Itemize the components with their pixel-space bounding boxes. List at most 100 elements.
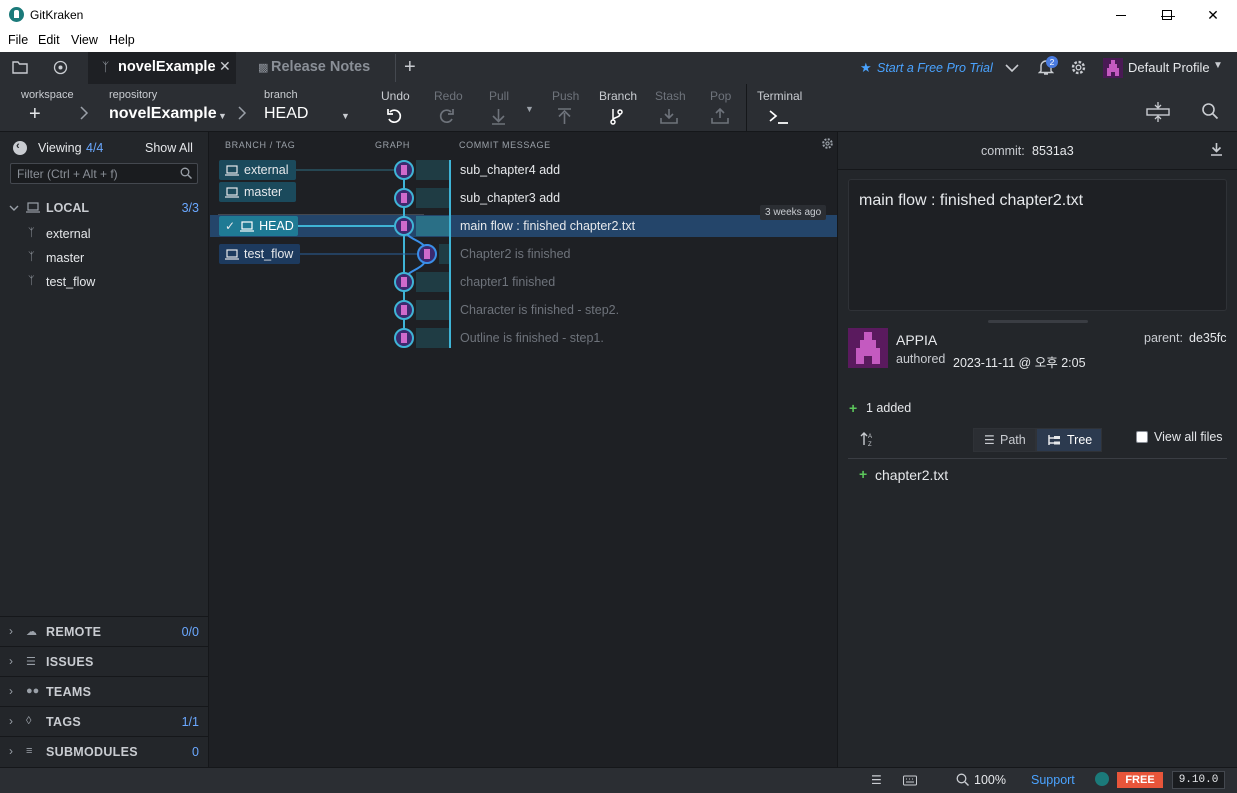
stash-icon[interactable] [660, 108, 678, 128]
activity-log-icon[interactable]: ☰ [871, 773, 882, 787]
issues-section[interactable]: › ☰ ISSUES [0, 646, 209, 676]
pull-icon[interactable] [491, 108, 506, 128]
profile-name[interactable]: Default Profile [1128, 60, 1210, 75]
commit-message-box[interactable]: main flow : finished chapter2.txt [848, 179, 1227, 311]
commit-message[interactable]: chapter1 finished [460, 275, 555, 289]
cloud-icon: ☁ [26, 626, 37, 638]
menu-file[interactable]: File [8, 33, 28, 47]
zoom-icon[interactable] [956, 773, 969, 789]
window-title: GitKraken [30, 8, 84, 22]
commit-message[interactable]: Chapter2 is finished [460, 247, 570, 261]
repo-management-icon[interactable] [53, 60, 68, 78]
section-count: 0 [192, 745, 199, 759]
pop-icon[interactable] [711, 107, 729, 128]
new-tab-plus-icon[interactable]: + [404, 56, 416, 79]
filter-input[interactable]: Filter (Ctrl + Alt + f) [10, 163, 198, 184]
local-section-header[interactable]: LOCAL 3/3 [0, 196, 209, 220]
author-avatar [848, 328, 888, 368]
layout-toggle-icon[interactable] [1146, 101, 1170, 126]
branch-tag-test-flow[interactable]: test_flow [219, 244, 300, 264]
commit-message[interactable]: sub_chapter3 add [460, 191, 560, 205]
commit-message[interactable]: sub_chapter4 add [460, 163, 560, 177]
maximize-button[interactable] [1143, 0, 1191, 30]
local-branch-item[interactable]: ᛉ master [0, 247, 209, 269]
chevron-down-icon[interactable] [1005, 61, 1019, 76]
commit-detail-panel: commit: 8531a3 main flow : finished chap… [837, 132, 1237, 767]
resize-handle[interactable] [988, 320, 1088, 323]
sort-icon[interactable]: AZ [860, 431, 876, 450]
local-branch-item[interactable]: ᛉ external [0, 223, 209, 245]
zoom-level[interactable]: 100% [974, 773, 1006, 787]
gear-icon[interactable] [1070, 59, 1087, 79]
commit-node-avatar[interactable] [394, 160, 414, 180]
branch-tag-external[interactable]: external [219, 160, 296, 180]
notification-badge: 2 [1046, 56, 1058, 68]
branch-tag-head[interactable]: ✓ HEAD [219, 216, 298, 236]
folder-icon[interactable] [12, 60, 28, 77]
redo-icon[interactable] [438, 108, 455, 128]
chevron-right-icon: › [9, 744, 13, 758]
section-label: REMOTE [46, 625, 102, 639]
teams-section[interactable]: › ●● TEAMS [0, 676, 209, 706]
close-tab-icon[interactable]: ✕ [219, 58, 231, 75]
tab-bar: ᛉ novelExample ✕ ▩ Release Notes + ★ Sta… [0, 52, 1237, 84]
view-all-files-checkbox[interactable] [1136, 431, 1148, 443]
profile-avatar[interactable] [1103, 58, 1123, 78]
download-icon[interactable] [1210, 142, 1223, 159]
tab-release-notes[interactable]: ▩ Release Notes [256, 52, 386, 84]
show-all-button[interactable]: Show All [145, 141, 193, 155]
profile-caret-icon[interactable]: ▼ [1213, 60, 1223, 71]
author-name: APPIA [896, 332, 938, 348]
local-branch-item[interactable]: ᛉ test_flow [0, 271, 209, 293]
minimize-window-button[interactable] [1098, 0, 1144, 30]
branch-selector[interactable]: HEAD [264, 105, 308, 123]
commit-message[interactable]: Character is finished - step2. [460, 303, 619, 317]
tags-section[interactable]: › ◊ TAGS 1/1 [0, 706, 209, 736]
collapse-panel-icon[interactable]: ‹ [13, 140, 27, 155]
authored-date: 2023-11-11 @ 오후 2:05 [953, 356, 1086, 370]
tree-view-button[interactable]: Tree [1036, 428, 1102, 452]
section-count: 1/1 [181, 715, 199, 729]
repository-selector[interactable]: novelExample [109, 105, 217, 123]
repo-caret-icon[interactable]: ▼ [218, 111, 227, 121]
branch-caret-icon[interactable]: ▼ [341, 111, 350, 121]
toolbar: workspace + repository novelExample ▼ br… [0, 84, 1237, 132]
changed-file-item[interactable]: chapter2.txt [875, 467, 948, 483]
terminal-icon[interactable] [769, 109, 789, 127]
tab-novelexample[interactable]: ᛉ novelExample ✕ [88, 52, 236, 84]
menu-view[interactable]: View [71, 33, 98, 47]
parent-hash[interactable]: de35fc [1189, 331, 1227, 345]
pull-options-caret-icon[interactable]: ▼ [525, 104, 534, 114]
commit-node-avatar[interactable] [394, 300, 414, 320]
remote-section[interactable]: › ☁ REMOTE 0/0 [0, 616, 209, 646]
undo-icon[interactable] [386, 108, 403, 128]
add-workspace-plus-icon[interactable]: + [29, 103, 41, 126]
commit-node-avatar[interactable] [394, 216, 414, 236]
commit-node-avatar[interactable] [394, 188, 414, 208]
laptop-icon [225, 186, 239, 198]
path-view-button[interactable]: ☰ Path [973, 428, 1036, 452]
menu-edit[interactable]: Edit [38, 33, 60, 47]
submodules-section[interactable]: › ≡ SUBMODULES 0 [0, 736, 209, 766]
keyboard-icon[interactable] [903, 774, 917, 789]
push-icon[interactable] [557, 108, 572, 128]
view-all-files-label[interactable]: View all files [1154, 430, 1223, 444]
commit-node-avatar[interactable] [417, 244, 437, 264]
branch-tag-master[interactable]: master [219, 182, 296, 202]
menu-help[interactable]: Help [109, 33, 135, 47]
commit-message[interactable]: Outline is finished - step1. [460, 331, 604, 345]
commit-message[interactable]: main flow : finished chapter2.txt [460, 219, 635, 233]
close-window-button[interactable]: ✕ [1190, 0, 1236, 30]
commit-hash[interactable]: 8531a3 [1032, 144, 1074, 158]
commit-node-avatar[interactable] [394, 272, 414, 292]
commit-node-avatar[interactable] [394, 328, 414, 348]
svg-text:A: A [868, 434, 872, 440]
search-icon[interactable] [1201, 102, 1219, 123]
menu-bar: File Edit View Help [0, 30, 1237, 52]
gitkraken-logo-icon [9, 7, 24, 22]
plan-badge[interactable]: FREE [1117, 772, 1163, 788]
commit-message-text: main flow : finished chapter2.txt [859, 192, 1084, 209]
support-link[interactable]: Support [1031, 773, 1075, 787]
pro-trial-link[interactable]: Start a Free Pro Trial [877, 61, 993, 75]
branch-action-icon[interactable] [609, 108, 624, 128]
